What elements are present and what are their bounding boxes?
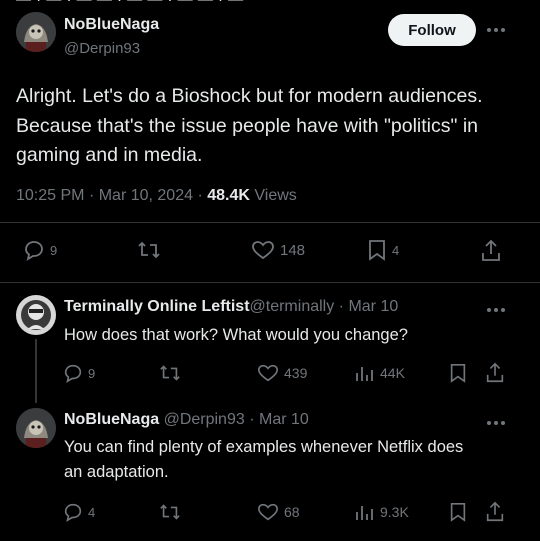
like-icon bbox=[256, 501, 280, 523]
display-name[interactable]: NoBlueNaga bbox=[64, 411, 159, 428]
reply-text: How does that work? What would you chang… bbox=[64, 326, 408, 344]
like-icon bbox=[256, 362, 280, 384]
handle[interactable]: @terminally bbox=[250, 298, 335, 315]
bookmark-icon bbox=[448, 501, 468, 523]
avatar[interactable] bbox=[16, 295, 56, 335]
share-button[interactable] bbox=[484, 500, 506, 524]
views-icon bbox=[352, 362, 376, 384]
reply-header: NoBlueNaga @Derpin93 · Mar 10 bbox=[64, 411, 309, 428]
tweet-text: Alright. Let's do a Bioshock but for mod… bbox=[16, 85, 483, 166]
views-icon bbox=[352, 501, 376, 523]
like-button[interactable]: 439 bbox=[256, 362, 307, 384]
retweet-button[interactable] bbox=[136, 238, 162, 262]
display-name[interactable]: NoBlueNaga bbox=[64, 16, 159, 34]
views-count: 44K bbox=[380, 365, 405, 381]
retweet-icon bbox=[158, 362, 182, 384]
views-button[interactable]: 9.3K bbox=[352, 501, 409, 523]
reply-text: You can find plenty of examples whenever… bbox=[64, 438, 464, 481]
like-count: 148 bbox=[280, 241, 306, 259]
reply-count: 4 bbox=[88, 504, 96, 520]
cropped-top-text: — · — · — — · — — · — — · — bbox=[0, 0, 540, 6]
avatar[interactable] bbox=[16, 408, 56, 448]
more-icon[interactable] bbox=[486, 413, 506, 433]
share-button[interactable] bbox=[479, 238, 503, 264]
views-count: 9.3K bbox=[380, 504, 409, 520]
reply-icon bbox=[62, 501, 84, 523]
handle[interactable]: @Derpin93 bbox=[64, 40, 140, 57]
more-icon[interactable] bbox=[486, 20, 506, 40]
retweet-icon bbox=[136, 238, 162, 262]
views-label: Views bbox=[254, 187, 297, 204]
tweet-date[interactable]: Mar 10, 2024 bbox=[99, 187, 193, 204]
reply-button[interactable]: 4 bbox=[62, 501, 95, 523]
share-button[interactable] bbox=[484, 361, 506, 385]
tweet-time[interactable]: 10:25 PM bbox=[16, 187, 84, 204]
more-icon[interactable] bbox=[486, 300, 506, 320]
bookmark-button[interactable] bbox=[448, 362, 468, 384]
reply-header: Terminally Online Leftist@terminally · M… bbox=[64, 298, 399, 315]
avatar[interactable] bbox=[16, 12, 56, 52]
follow-button[interactable]: Follow bbox=[388, 14, 476, 46]
reply-icon bbox=[62, 362, 84, 384]
bookmark-button[interactable]: 4 bbox=[366, 238, 399, 262]
views-count: 48.4K bbox=[207, 187, 250, 204]
display-name[interactable]: Terminally Online Leftist bbox=[64, 298, 250, 315]
bookmark-icon bbox=[448, 362, 468, 384]
reply-button[interactable]: 9 bbox=[62, 362, 95, 384]
reply-date[interactable]: Mar 10 bbox=[348, 298, 398, 315]
share-icon bbox=[484, 500, 506, 524]
tweet-meta: 10:25 PM · Mar 10, 2024 · 48.4K Views bbox=[16, 187, 297, 204]
like-button[interactable]: 148 bbox=[250, 238, 305, 262]
handle[interactable]: @Derpin93 bbox=[164, 411, 245, 428]
reply-icon bbox=[22, 238, 46, 262]
retweet-button[interactable] bbox=[158, 362, 182, 384]
like-count: 439 bbox=[284, 365, 308, 381]
share-icon bbox=[484, 361, 506, 385]
reply-count: 9 bbox=[50, 242, 58, 258]
views-button[interactable]: 44K bbox=[352, 362, 405, 384]
thread-line bbox=[35, 339, 37, 403]
bookmark-icon bbox=[366, 238, 388, 262]
like-count: 68 bbox=[284, 504, 300, 520]
share-icon bbox=[479, 238, 503, 264]
reply-date[interactable]: Mar 10 bbox=[259, 411, 309, 428]
retweet-button[interactable] bbox=[158, 501, 182, 523]
reply-count: 9 bbox=[88, 365, 96, 381]
bookmark-button[interactable] bbox=[448, 501, 468, 523]
divider bbox=[0, 282, 540, 283]
like-button[interactable]: 68 bbox=[256, 501, 300, 523]
reply-button[interactable]: 9 bbox=[22, 238, 57, 262]
divider bbox=[0, 222, 540, 223]
like-icon bbox=[250, 238, 276, 262]
bookmark-count: 4 bbox=[392, 242, 400, 258]
retweet-icon bbox=[158, 501, 182, 523]
